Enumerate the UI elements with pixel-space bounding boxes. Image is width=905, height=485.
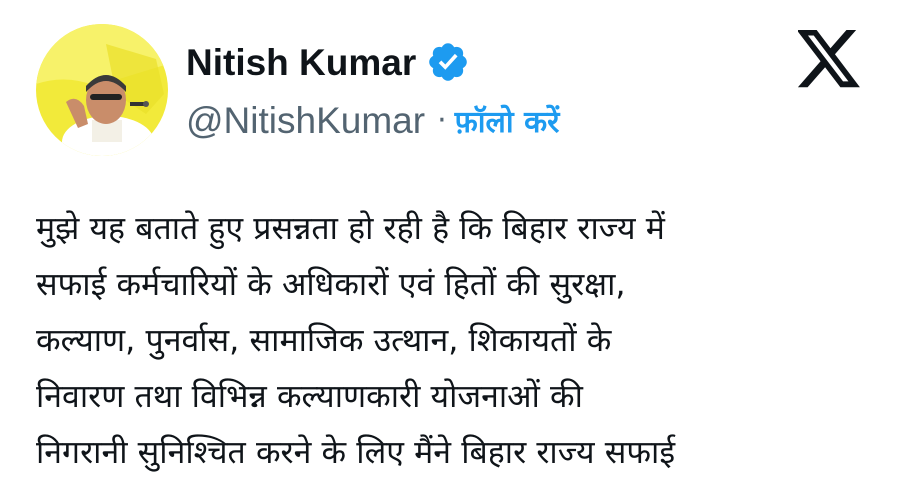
tweet-line: कल्याण, पुनर्वास, सामाजिक उत्थान, शिकायत… <box>36 321 612 359</box>
user-handle[interactable]: @NitishKumar <box>186 102 425 139</box>
tweet-line: निगरानी सुनिश्चित करने के लिए मैंने बिहा… <box>36 433 676 471</box>
avatar[interactable] <box>36 24 168 156</box>
tweet-text: मुझे यह बताते हुए प्रसन्नता हो रही है कि… <box>36 200 876 480</box>
profile-photo <box>36 24 168 156</box>
verified-badge-icon <box>426 40 470 84</box>
handle-row: @NitishKumar · फ़ॉलो करें <box>186 100 559 141</box>
x-logo-icon[interactable] <box>796 30 862 88</box>
tweet-line: निवारण तथा विभिन्न कल्याणकारी योजनाओं की <box>36 377 583 415</box>
tweet-line: सफाई कर्मचारियों के अधिकारों एवं हितों क… <box>36 265 626 303</box>
name-row: Nitish Kumar <box>186 40 470 84</box>
tweet-card: Nitish Kumar @NitishKumar · फ़ॉलो करें म… <box>0 0 905 485</box>
display-name[interactable]: Nitish Kumar <box>186 44 416 81</box>
separator-dot: · <box>437 103 447 138</box>
follow-button[interactable]: फ़ॉलो करें <box>455 100 560 141</box>
tweet-line: मुझे यह बताते हुए प्रसन्नता हो रही है कि… <box>36 209 665 247</box>
